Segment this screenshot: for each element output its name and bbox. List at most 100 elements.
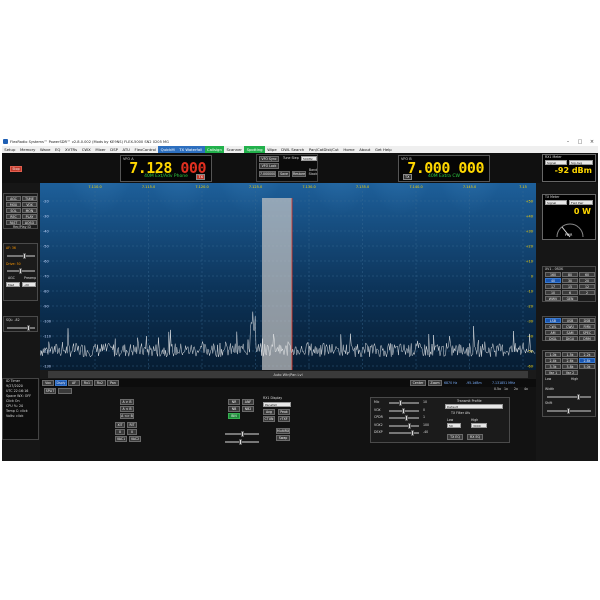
rx-eq-button[interactable]: RX EQ	[467, 434, 483, 440]
mode-button-lsb[interactable]: LSB	[545, 318, 561, 323]
filter-button-3-8k[interactable]: 3.8k	[562, 364, 578, 369]
mode-button-drm[interactable]: DRM	[579, 336, 595, 341]
display-button-af[interactable]: AF	[68, 380, 80, 386]
band-button-40[interactable]: 40	[545, 278, 561, 283]
band-stack-label[interactable]: Band Stack	[307, 168, 319, 176]
mode-button-dsb[interactable]: DSB	[579, 318, 595, 323]
mode-button-cwl[interactable]: CWL	[545, 324, 561, 329]
filter-button-2-8k[interactable]: 2.8k	[579, 358, 595, 363]
close-button[interactable]: ×	[586, 138, 598, 146]
zoom-button[interactable]: Zoom	[428, 380, 442, 386]
af-gain-slider[interactable]	[7, 253, 35, 259]
restore-button[interactable]: Restore	[292, 171, 306, 177]
menu-item-dwl-search[interactable]: DWL Search	[279, 146, 307, 153]
band-button-wwv[interactable]: WWV	[545, 296, 561, 301]
zoom-level-0[interactable]: 0.5x	[494, 387, 501, 391]
tx-filter-label[interactable]: TX Filter Afu	[451, 411, 470, 415]
filter-shift-slider[interactable]	[547, 408, 591, 414]
filter-button-var-2[interactable]: Var 2	[562, 370, 578, 375]
filter-button-3-3k[interactable]: 3.3k	[545, 364, 561, 369]
menu-item-home[interactable]: Home	[341, 146, 357, 153]
display-button-vox[interactable]: Vox	[42, 380, 54, 386]
filter-button-5-0k[interactable]: 5.0k	[579, 364, 595, 369]
tx-high-value[interactable]: 3000	[471, 423, 487, 428]
filter-width-slider[interactable]	[547, 394, 591, 400]
zoom-level-2[interactable]: 2x	[514, 387, 518, 391]
menu-item-callsign[interactable]: Callsign	[204, 146, 225, 153]
function-button-play[interactable]: PLAY	[22, 214, 37, 219]
filter-button-var-1[interactable]: Var 1	[545, 370, 561, 375]
tx-meter-type-select[interactable]: Fwd Pwr	[569, 200, 593, 205]
function-button-mox[interactable]: MOX	[6, 202, 21, 207]
band-button-20[interactable]: 20	[579, 278, 595, 283]
peak-button[interactable]: Peak	[278, 409, 290, 415]
function-button-mon[interactable]: MON	[22, 208, 37, 213]
a-to-b-button[interactable]: A > B	[120, 399, 134, 405]
band-button-160[interactable]: 160	[545, 272, 561, 277]
mic-slider[interactable]	[389, 400, 419, 406]
menu-item-quickm[interactable]: QuickM	[158, 146, 177, 153]
menu-item-wave[interactable]: Wave	[38, 146, 53, 153]
filter-button-2-2k[interactable]: 2.2k	[579, 352, 595, 357]
band-button-6[interactable]: 6	[562, 290, 578, 295]
mode-button-sam[interactable]: SAM	[562, 330, 578, 335]
menu-item-scanner[interactable]: Scanner	[224, 146, 244, 153]
function-button-tune[interactable]: TUNE	[22, 196, 37, 201]
nb-button[interactable]: NB	[228, 406, 240, 412]
menu-item-about[interactable]: About	[357, 146, 373, 153]
drive-slider[interactable]	[7, 268, 35, 274]
nb2-button[interactable]: NB2	[242, 406, 254, 412]
filter-button-1-5k[interactable]: 1.5k	[562, 352, 578, 357]
function-button-rec[interactable]: REC	[6, 214, 21, 219]
nr-button[interactable]: NR	[228, 399, 240, 405]
split-button[interactable]: SPLIT	[44, 388, 56, 394]
display-button-rx2[interactable]: Rx2	[94, 380, 106, 386]
agc-select[interactable]: Med	[6, 282, 20, 287]
menu-item-pan-catdist-cut[interactable]: Pan/CatDist/Cut	[307, 146, 341, 153]
multirx-button[interactable]: MultiRX	[276, 428, 290, 434]
maximize-button[interactable]: □	[574, 138, 586, 146]
mode-button-am[interactable]: AM	[545, 330, 561, 335]
rit-value[interactable]: 0	[115, 429, 125, 435]
vfo-a-tx-badge[interactable]: TX	[196, 174, 205, 180]
bin-button[interactable]: BIN	[228, 413, 240, 419]
swap-vfo-button[interactable]: A <> B	[120, 413, 134, 419]
avg-button[interactable]: Avg	[263, 409, 275, 415]
pan-slider[interactable]	[225, 431, 259, 437]
tune-step-select[interactable]: 500Hz	[301, 156, 317, 161]
vfo-b-tx-badge[interactable]: TX	[403, 174, 412, 180]
vfo-b-display[interactable]: VFO B 7.000 000 40M Extra CW TX	[398, 155, 490, 182]
menu-item-xvtrs[interactable]: XVTRs	[63, 146, 80, 153]
vac2-button[interactable]: VAC2	[129, 436, 141, 442]
rx2-button[interactable]	[58, 388, 72, 394]
cpdr-slider[interactable]	[389, 415, 419, 421]
function-button-vox[interactable]: VOX	[22, 202, 37, 207]
b-to-a-button[interactable]: A < B	[120, 406, 134, 412]
menu-item-tx-waterfall[interactable]: TX Waterfall	[176, 146, 205, 153]
mode-button-spec[interactable]: SPEC	[579, 330, 595, 335]
menu-item-wipe[interactable]: Wipe	[265, 146, 279, 153]
mode-button-digl[interactable]: DIGL	[545, 336, 561, 341]
save-button[interactable]: Save	[278, 171, 290, 177]
vox2-slider[interactable]	[389, 422, 419, 429]
display-button-pan[interactable]: Pan	[107, 380, 119, 386]
menu-item-get-help[interactable]: Get Help	[373, 146, 394, 153]
mode-button-cwu[interactable]: CWU	[562, 324, 578, 329]
vfo-a-display[interactable]: VFO A 7.128 000 40M Ext/Adv Phone TX	[120, 155, 212, 182]
tx-low-value[interactable]: 50	[447, 423, 461, 428]
band-button-60[interactable]: 60	[579, 272, 595, 277]
menu-item-eq[interactable]: EQ	[53, 146, 63, 153]
band-button-12[interactable]: 12	[579, 284, 595, 289]
tx-profile-select[interactable]: Default	[445, 404, 503, 409]
rit-button[interactable]: RIT	[127, 422, 137, 428]
ctun-button[interactable]: CTUN	[263, 416, 275, 422]
menu-item-atu[interactable]: ATU	[120, 146, 132, 153]
rec-play-label[interactable]: Rec/Play ID	[13, 225, 31, 229]
band-button-30[interactable]: 30	[562, 278, 578, 283]
rx-meter-type-select[interactable]: Sig Avg	[569, 160, 593, 165]
mode-button-digu[interactable]: DIGU	[562, 336, 578, 341]
tx-meter-mode-select[interactable]: Signal	[545, 200, 567, 205]
zoom-level-1[interactable]: 1x	[504, 387, 508, 391]
squelch-slider[interactable]	[7, 325, 35, 331]
volume-slider[interactable]	[225, 439, 259, 445]
